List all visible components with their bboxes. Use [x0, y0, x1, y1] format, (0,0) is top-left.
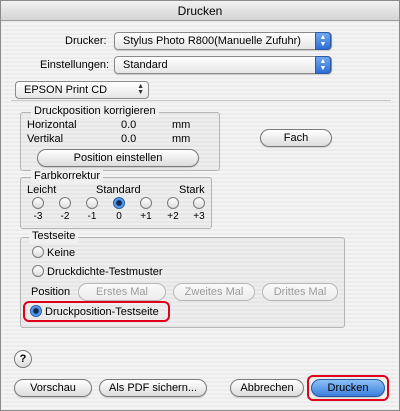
- color-standard-label: Standard: [96, 184, 141, 196]
- popup-arrows-icon: ▲ ▼: [137, 83, 144, 96]
- color-correction-title: Farbkorrektur: [31, 170, 104, 183]
- presets-popup[interactable]: Standard ▲ ▼: [114, 56, 332, 74]
- color-radio-m1[interactable]: [86, 197, 98, 209]
- color-tick-label: -2: [60, 211, 70, 222]
- first-time-button[interactable]: Erstes Mal: [78, 283, 166, 301]
- color-radio-m2[interactable]: [59, 197, 71, 209]
- tray-button[interactable]: Fach: [260, 129, 332, 147]
- printer-popup[interactable]: Stylus Photo R800(Manuelle Zufuhr) ▲ ▼: [114, 32, 332, 50]
- color-tick-label: +2: [167, 211, 179, 222]
- help-button[interactable]: ?: [14, 350, 32, 368]
- position-label: Position: [31, 286, 71, 298]
- color-radio-p1[interactable]: [140, 197, 152, 209]
- test-density-label: Druckdichte-Testmuster: [47, 266, 163, 278]
- horizontal-label: Horizontal: [27, 119, 77, 131]
- set-position-button[interactable]: Position einstellen: [37, 149, 199, 167]
- color-radio-p3[interactable]: [193, 197, 205, 209]
- third-time-button[interactable]: Drittes Mal: [262, 283, 338, 301]
- color-tick-label: +3: [193, 211, 205, 222]
- color-tick-label: -1: [87, 211, 97, 222]
- vertical-unit: mm: [172, 133, 191, 145]
- vertical-label: Vertikal: [27, 133, 64, 145]
- vertical-value: 0.0: [121, 133, 137, 145]
- color-tick-label: +1: [140, 211, 152, 222]
- horizontal-unit: mm: [172, 119, 191, 131]
- print-position-title: Druckposition korrigieren: [31, 105, 159, 118]
- panel-value: EPSON Print CD: [24, 84, 108, 96]
- second-time-button[interactable]: Zweites Mal: [173, 283, 255, 301]
- test-none-label: Keine: [47, 247, 76, 259]
- printer-label: Drucker:: [65, 35, 107, 47]
- preview-button[interactable]: Vorschau: [14, 379, 92, 397]
- color-low-label: Leicht: [27, 184, 57, 196]
- presets-value: Standard: [123, 59, 168, 71]
- color-radio-p2[interactable]: [167, 197, 179, 209]
- presets-label: Einstellungen:: [40, 59, 110, 71]
- color-radio-0[interactable]: [113, 197, 125, 209]
- color-tick-label: 0: [116, 211, 122, 222]
- print-button[interactable]: Drucken: [311, 379, 385, 397]
- test-density-radio[interactable]: [32, 265, 44, 277]
- color-high-label: Stark: [179, 184, 205, 196]
- color-tick-label: -3: [33, 211, 43, 222]
- window-title: Drucken: [1, 1, 399, 21]
- popup-arrows-icon: ▲ ▼: [315, 32, 331, 50]
- cancel-button[interactable]: Abbrechen: [230, 379, 304, 397]
- test-position-label: Druckposition-Testseite: [45, 306, 159, 318]
- test-position-radio[interactable]: [30, 305, 42, 317]
- print-dialog: Drucken Drucker: Stylus Photo R800(Manue…: [0, 0, 400, 411]
- panel-popup[interactable]: EPSON Print CD ▲ ▼: [15, 81, 149, 99]
- test-none-radio[interactable]: [32, 246, 44, 258]
- color-radio-m3[interactable]: [32, 197, 44, 209]
- save-pdf-button[interactable]: Als PDF sichern...: [99, 379, 207, 397]
- test-page-title: Testseite: [29, 230, 79, 243]
- popup-arrows-icon: ▲ ▼: [315, 56, 331, 74]
- printer-value: Stylus Photo R800(Manuelle Zufuhr): [123, 35, 301, 47]
- horizontal-value: 0.0: [121, 119, 137, 131]
